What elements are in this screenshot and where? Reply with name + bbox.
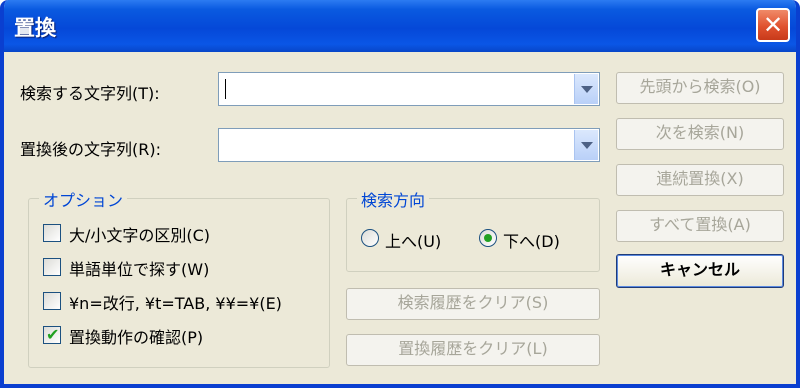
title-bar[interactable]: 置換 ✕ <box>4 0 796 52</box>
radio-down-label: 下へ(D) <box>503 232 560 251</box>
replace-next-button[interactable]: 連続置換(X) <box>616 164 784 196</box>
text-cursor <box>225 79 226 99</box>
replace-all-button[interactable]: すべて置換(A) <box>616 210 784 242</box>
search-label: 検索する文字列(T): <box>20 84 160 103</box>
options-group: オプション 大/小文字の区別(C) 単語単位で探す(W) ¥n=改行, ¥t=T… <box>28 187 330 368</box>
window-title: 置換 <box>14 16 56 40</box>
close-icon: ✕ <box>762 11 784 39</box>
option-label: ¥n=改行, ¥t=TAB, ¥¥=¥(E) <box>69 294 282 313</box>
clear-replace-history-button[interactable]: 置換履歴をクリア(L) <box>346 334 600 366</box>
replace-label: 置換後の文字列(R): <box>20 140 161 159</box>
close-button[interactable]: ✕ <box>756 8 790 42</box>
search-combobox[interactable] <box>218 72 600 106</box>
option-label: 大/小文字の区別(C) <box>69 226 211 245</box>
checkbox[interactable] <box>43 292 61 310</box>
direction-legend: 検索方向 <box>357 187 430 211</box>
find-from-start-button[interactable]: 先頭から検索(O) <box>616 72 784 104</box>
radio-down[interactable] <box>479 229 497 247</box>
options-legend: オプション <box>39 187 128 211</box>
clear-search-history-button[interactable]: 検索履歴をクリア(S) <box>346 288 600 320</box>
option-label: 置換動作の確認(P) <box>69 328 204 347</box>
replace-combobox[interactable] <box>218 128 600 162</box>
search-dropdown-arrow-icon[interactable] <box>574 74 598 104</box>
checkbox-checked[interactable] <box>43 325 61 344</box>
checkbox[interactable] <box>43 224 61 242</box>
radio-up-label: 上へ(U) <box>385 232 442 251</box>
replace-dropdown-arrow-icon[interactable] <box>574 130 598 160</box>
option-label: 単語単位で探す(W) <box>69 260 210 279</box>
checkbox[interactable] <box>43 258 61 276</box>
direction-group: 検索方向 上へ(U) 下へ(D) <box>346 187 600 272</box>
radio-up[interactable] <box>361 229 379 247</box>
find-next-button[interactable]: 次を検索(N) <box>616 118 784 150</box>
cancel-button[interactable]: キャンセル <box>616 254 784 288</box>
replace-dialog: 置換 ✕ 検索する文字列(T): 置換後の文字列(R): オプション 大/小文字… <box>0 0 800 388</box>
